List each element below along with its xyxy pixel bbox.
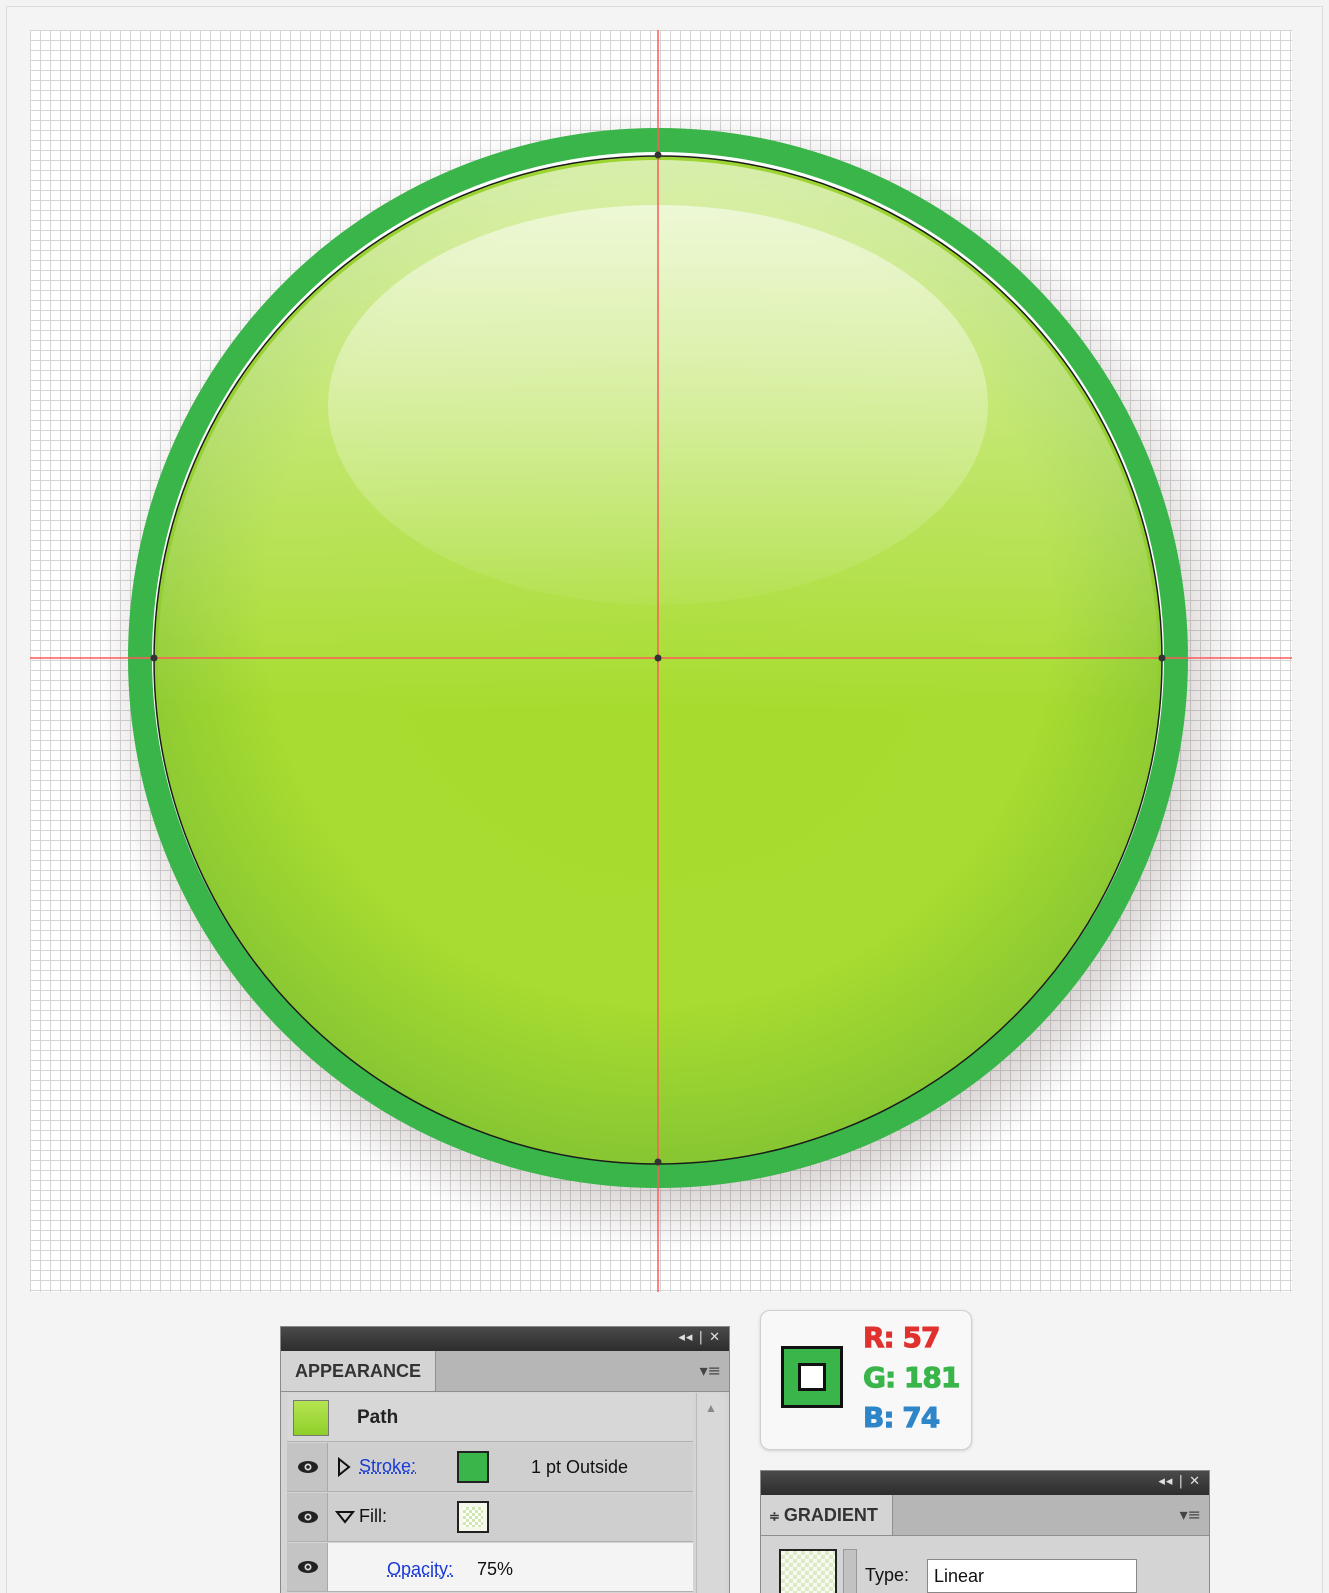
scroll-up-arrow-icon[interactable]: ▲ xyxy=(705,1401,717,1415)
window-controls[interactable]: ◂◂ | ✕ xyxy=(678,1330,721,1345)
fill-row[interactable]: Fill: xyxy=(287,1493,693,1542)
rgb-blue-value: B: 74 xyxy=(862,1401,940,1435)
path-row[interactable]: Path xyxy=(287,1393,693,1442)
tab-toggle-icon: ≑ xyxy=(769,1509,780,1524)
gradient-type-label: Type: xyxy=(865,1565,910,1585)
eye-icon[interactable] xyxy=(297,1559,319,1575)
opacity-label[interactable]: Opacity: xyxy=(387,1559,453,1580)
gradient-title: GRADIENT xyxy=(783,1505,878,1525)
window-controls[interactable]: ◂◂ | ✕ xyxy=(1158,1474,1201,1489)
gradient-panel: ◂◂ | ✕ ≑ GRADIENT ▾≡ Type: Linear xyxy=(760,1470,1210,1593)
visibility-column xyxy=(287,1443,328,1491)
rgb-green-value: G: 181 xyxy=(862,1361,960,1395)
opacity-row[interactable]: Opacity: 75% xyxy=(287,1543,693,1592)
eye-icon[interactable] xyxy=(297,1509,319,1525)
tab-appearance[interactable]: APPEARANCE xyxy=(281,1351,437,1391)
stroke-row[interactable]: Stroke: 1 pt Outside xyxy=(287,1443,693,1492)
stroke-swatch[interactable] xyxy=(457,1451,489,1483)
appearance-tabrow: APPEARANCE ▾≡ xyxy=(281,1351,729,1392)
menu-icon[interactable]: ▾≡ xyxy=(700,1361,721,1380)
appearance-panel: ◂◂ | ✕ APPEARANCE ▾≡ Path Stroke: 1 pt O… xyxy=(280,1326,730,1593)
gradient-tabrow: ≑ GRADIENT ▾≡ xyxy=(761,1495,1209,1536)
opacity-value: 75% xyxy=(477,1559,514,1579)
visibility-column xyxy=(287,1543,328,1591)
gradient-type-select[interactable]: Linear xyxy=(927,1559,1137,1593)
object-label: Path xyxy=(357,1407,399,1428)
menu-icon[interactable]: ▾≡ xyxy=(1180,1505,1201,1524)
stroke-color-swatch-icon xyxy=(781,1346,843,1408)
gradient-type-value: Linear xyxy=(934,1566,985,1586)
fill-swatch[interactable] xyxy=(457,1501,489,1533)
anchor-point-top[interactable] xyxy=(654,151,662,159)
rgb-red-value: R: 57 xyxy=(862,1321,940,1355)
stroke-label[interactable]: Stroke: xyxy=(359,1456,416,1477)
visibility-column xyxy=(287,1493,328,1541)
gradient-preview-swatch[interactable] xyxy=(779,1549,837,1593)
appearance-titlebar[interactable]: ◂◂ | ✕ xyxy=(281,1327,729,1351)
path-thumbnail xyxy=(293,1400,329,1436)
artboard-canvas[interactable] xyxy=(30,30,1292,1292)
gradient-titlebar[interactable]: ◂◂ | ✕ xyxy=(761,1471,1209,1495)
stroke-value: 1 pt Outside xyxy=(531,1457,629,1477)
appearance-scrollbar[interactable]: ▲ xyxy=(696,1393,725,1593)
anchor-point-bottom[interactable] xyxy=(654,1158,662,1166)
disclosure-triangle-icon[interactable] xyxy=(337,1457,351,1477)
rgb-callout: R: 57 G: 181 B: 74 xyxy=(760,1310,972,1450)
fill-label[interactable]: Fill: xyxy=(359,1506,387,1527)
anchor-point-left[interactable] xyxy=(150,654,158,662)
button-artwork xyxy=(30,30,1292,1292)
eye-icon[interactable] xyxy=(297,1459,319,1475)
disclosure-open-icon[interactable] xyxy=(335,1510,355,1524)
tab-gradient[interactable]: ≑ GRADIENT xyxy=(761,1495,893,1535)
anchor-point-right[interactable] xyxy=(1158,654,1166,662)
center-point[interactable] xyxy=(654,654,662,662)
gradient-preview-arrow[interactable] xyxy=(843,1549,857,1593)
